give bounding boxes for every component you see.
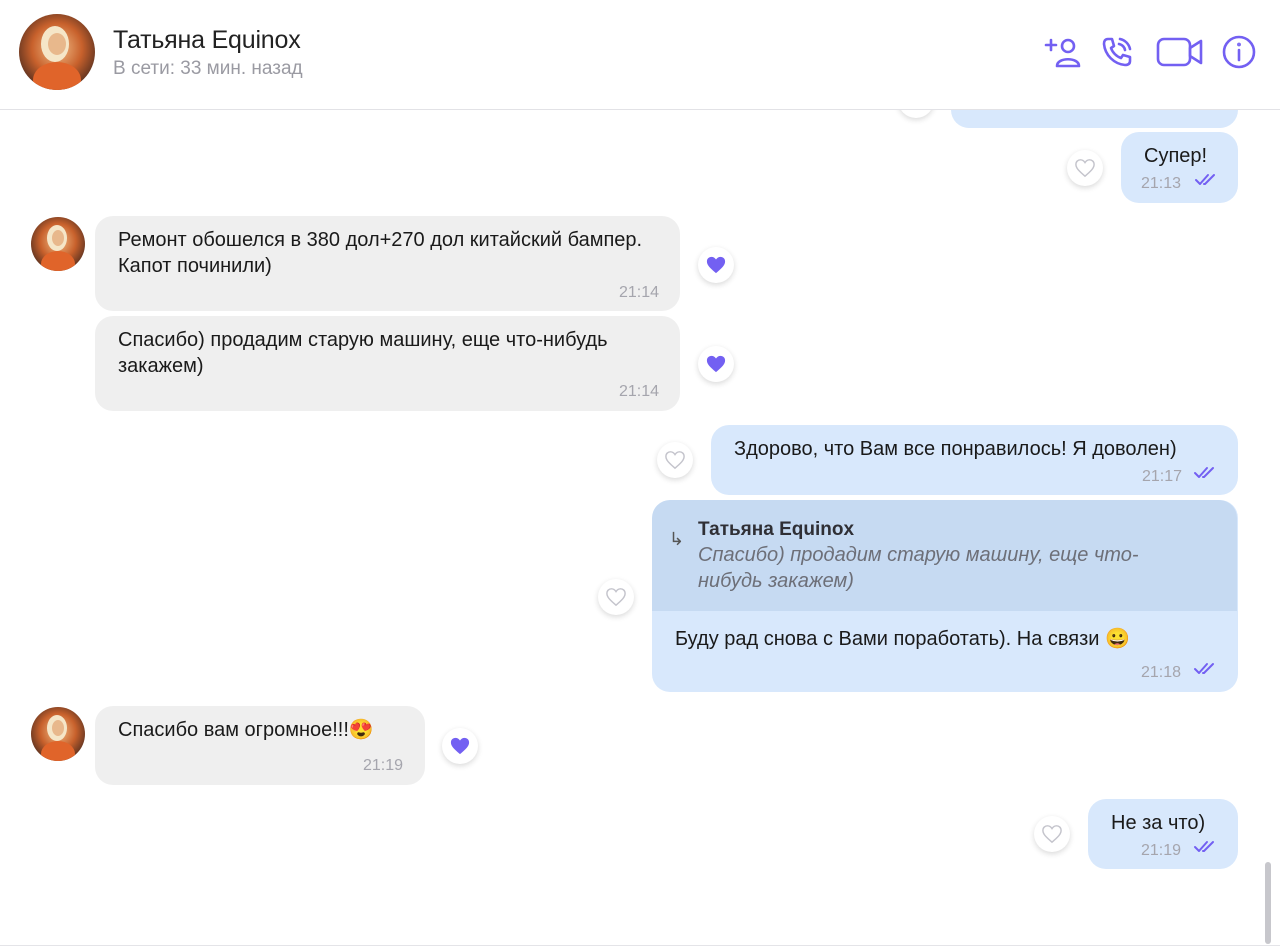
message-time: 21:13 [1141,175,1182,192]
message-time: 21:19 [1141,842,1182,859]
like-button[interactable] [898,110,934,118]
message-bubble-outgoing[interactable]: Здорово, что Вам все понравилось! Я дово… [711,425,1238,495]
message-time: 21:18 [1141,664,1182,681]
message-bubble-partial[interactable] [951,110,1238,128]
contact-status: В сети: 33 мин. назад [113,58,303,79]
heart-icon [706,256,726,274]
info-button[interactable] [1219,34,1259,70]
like-button[interactable] [698,346,734,382]
message-text: Не за что) [1111,812,1206,834]
video-camera-icon [1156,37,1203,67]
message-text: Спасибо вам огромное!!!😍 [118,719,374,741]
contact-avatar[interactable] [19,14,95,90]
message-list[interactable]: Супер! 21:13 Ремонт обошелся в 380 дол+2… [0,110,1280,946]
like-button[interactable] [1067,150,1103,186]
message-text: Буду рад снова с Вами поработать). На св… [675,628,1130,650]
reply-arrow-icon: ↳ [669,529,685,549]
double-check-icon [1194,841,1214,852]
heart-icon [1042,825,1062,844]
message-text: Спасибо) продадим старую машину, еще что… [118,329,614,377]
message-time: 21:19 [363,757,404,774]
call-button[interactable] [1097,34,1137,70]
like-button[interactable] [442,728,478,764]
heart-icon [450,737,470,755]
info-icon [1222,35,1256,69]
sender-avatar[interactable] [31,217,85,271]
like-button[interactable] [698,247,734,283]
like-button[interactable] [598,579,634,615]
heart-icon [706,355,726,373]
phone-icon [1102,37,1132,67]
double-check-icon [1194,663,1214,674]
message-bubble-outgoing[interactable]: Не за что) 21:19 [1088,799,1238,869]
message-text: Здорово, что Вам все понравилось! Я дово… [734,438,1177,460]
reply-quote-author: Татьяна Equinox [698,519,855,540]
heart-icon [665,451,685,470]
message-time: 21:17 [1142,468,1183,485]
double-check-icon [1195,174,1215,185]
message-time: 21:14 [619,383,660,400]
contact-name[interactable]: Татьяна Equinox [113,26,301,55]
double-check-icon [1194,467,1214,478]
heart-icon [606,588,626,607]
message-bubble-incoming[interactable]: Ремонт обошелся в 380 дол+270 дол китайс… [95,216,680,311]
message-text: Ремонт обошелся в 380 дол+270 дол китайс… [118,229,648,277]
like-button[interactable] [657,442,693,478]
divider [0,945,1280,946]
message-bubble-incoming[interactable]: Спасибо вам огромное!!!😍 21:19 [95,706,425,785]
reply-quote-text: Спасибо) продадим старую машину, еще что… [698,544,1139,592]
message-bubble-outgoing[interactable]: Супер! 21:13 [1121,132,1238,203]
like-button[interactable] [1034,816,1070,852]
chat-header: Татьяна Equinox В сети: 33 мин. назад [0,0,1280,110]
video-call-button[interactable] [1155,34,1205,70]
reply-quote[interactable]: ↳ Татьяна Equinox Спасибо) продадим стар… [652,500,1237,611]
heart-icon [1075,159,1095,178]
message-text: Супер! [1144,145,1208,167]
chat-scrollbar[interactable] [1265,862,1271,944]
message-bubble-incoming[interactable]: Спасибо) продадим старую машину, еще что… [95,316,680,411]
message-bubble-reply[interactable]: ↳ Татьяна Equinox Спасибо) продадим стар… [652,500,1238,692]
sender-avatar[interactable] [31,707,85,761]
message-time: 21:14 [619,284,660,301]
add-contact-icon [1044,38,1081,68]
add-contact-button[interactable] [1043,34,1083,70]
